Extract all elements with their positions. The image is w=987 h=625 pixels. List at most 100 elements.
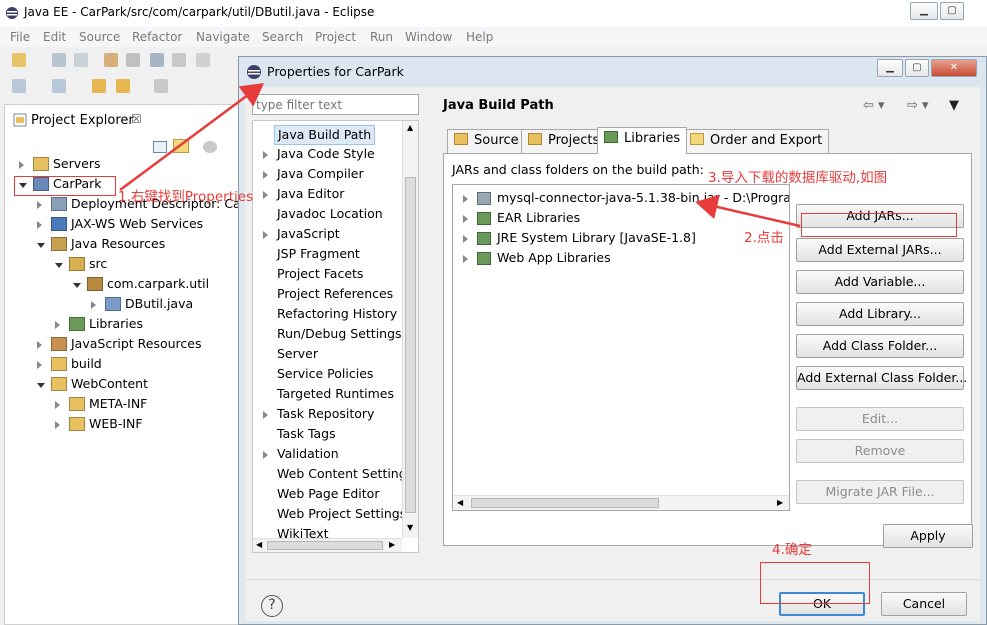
search-icon[interactable] (104, 53, 118, 67)
dialog-maximize-button[interactable]: ▢ (905, 59, 929, 77)
scroll-left-icon[interactable]: ◀ (457, 498, 463, 507)
menu-source[interactable]: Source (79, 30, 120, 44)
add-variable-button[interactable]: Add Variable... (796, 270, 964, 294)
nav-horizontal-scrollbar[interactable]: ◀ ▶ (253, 538, 402, 552)
nav-item[interactable]: Java Editor (277, 185, 344, 205)
chevron-right-icon[interactable] (263, 151, 268, 159)
chevron-right-icon[interactable] (55, 401, 60, 409)
menu-file[interactable]: File (10, 30, 30, 44)
chevron-right-icon[interactable] (263, 411, 268, 419)
nav-item[interactable]: Targeted Runtimes (277, 385, 394, 405)
chevron-down-icon[interactable] (55, 263, 63, 268)
collapse-all-icon[interactable] (153, 141, 167, 153)
scroll-right-icon[interactable]: ▶ (389, 540, 395, 549)
chevron-right-icon[interactable] (55, 321, 60, 329)
edit-button[interactable]: Edit... (796, 407, 964, 431)
dialog-close-button[interactable]: ✕ (931, 59, 977, 77)
dialog-minimize-button[interactable]: ▁ (877, 59, 903, 77)
chevron-right-icon[interactable] (37, 221, 42, 229)
tab-source[interactable]: Source (447, 129, 526, 153)
migrate-jar-button[interactable]: Migrate JAR File... (796, 480, 964, 504)
nav-item[interactable]: Web Page Editor (277, 485, 379, 505)
add-external-class-folder-button[interactable]: Add External Class Folder... (796, 366, 967, 390)
nav-item[interactable]: JSP Fragment (277, 245, 360, 265)
chevron-down-icon[interactable] (37, 243, 45, 248)
nav-item[interactable]: JavaScript (277, 225, 340, 245)
scroll-up-icon[interactable]: ▲ (407, 123, 413, 132)
nav-scroll-thumb[interactable] (405, 177, 416, 513)
nav-item[interactable]: Web Project Settings (277, 505, 406, 525)
nav-item[interactable]: Server (277, 345, 318, 365)
chevron-right-icon[interactable] (37, 361, 42, 369)
chevron-right-icon[interactable] (55, 421, 60, 429)
paragraph-icon[interactable] (196, 53, 210, 67)
nav-item[interactable]: Run/Debug Settings (277, 325, 402, 345)
nav-item[interactable]: Project Facets (277, 265, 363, 285)
chevron-right-icon[interactable] (37, 341, 42, 349)
chevron-right-icon[interactable] (263, 191, 268, 199)
save-icon[interactable] (52, 53, 66, 67)
annotation-icon[interactable] (12, 79, 26, 93)
page-menu-icon[interactable]: ▼ (949, 98, 959, 113)
nav-item[interactable]: Java Compiler (277, 165, 364, 185)
menu-navigate[interactable]: Navigate (196, 30, 250, 44)
chevron-down-icon[interactable] (73, 283, 81, 288)
nav-vertical-scrollbar[interactable]: ▲ ▼ (402, 121, 418, 538)
forward-icon[interactable] (154, 79, 168, 93)
chevron-right-icon[interactable] (263, 171, 268, 179)
add-library-button[interactable]: Add Library... (796, 302, 964, 326)
pen-icon[interactable] (126, 53, 140, 67)
back-icon[interactable] (116, 79, 130, 93)
add-class-folder-button[interactable]: Add Class Folder... (796, 334, 964, 358)
help-icon[interactable]: ? (261, 595, 283, 617)
library-horizontal-scrollbar[interactable]: ◀ ▶ (453, 495, 789, 510)
add-external-jars-button[interactable]: Add External JARs... (796, 238, 964, 262)
nav-item[interactable]: Web Content Settings (277, 465, 413, 485)
window-maximize-button[interactable]: ▢ (940, 2, 964, 20)
menu-search[interactable]: Search (262, 30, 303, 44)
scroll-right-icon[interactable]: ▶ (777, 498, 783, 507)
menu-run[interactable]: Run (370, 30, 393, 44)
menu-window[interactable]: Window (405, 30, 452, 44)
chevron-right-icon[interactable] (463, 235, 468, 243)
last-edit-icon[interactable] (92, 79, 106, 93)
chevron-right-icon[interactable] (463, 195, 468, 203)
tab-libraries[interactable]: Libraries (597, 127, 688, 154)
nav-item[interactable]: Java Code Style (277, 145, 375, 165)
tab-order-and-export[interactable]: Order and Export (683, 129, 830, 153)
window-minimize-button[interactable]: ▁ (910, 2, 938, 20)
next-annotation-icon[interactable] (52, 79, 66, 93)
scroll-left-icon[interactable]: ◀ (256, 540, 262, 549)
chevron-right-icon[interactable] (19, 161, 24, 169)
link-editor-icon[interactable] (173, 139, 189, 153)
forward-arrow-icon[interactable]: ⇨ ▾ (907, 98, 929, 113)
apply-button[interactable]: Apply (883, 524, 973, 548)
nav-item[interactable]: Service Policies (277, 365, 373, 385)
scroll-down-icon[interactable]: ▼ (407, 523, 413, 532)
chevron-right-icon[interactable] (463, 215, 468, 223)
menu-project[interactable]: Project (315, 30, 356, 44)
chevron-right-icon[interactable] (37, 201, 42, 209)
link-icon[interactable] (150, 53, 164, 67)
nav-item[interactable]: Task Repository (277, 405, 374, 425)
view-menu-icon[interactable] (203, 141, 217, 153)
menu-edit[interactable]: Edit (43, 30, 66, 44)
nav-item[interactable]: Project References (277, 285, 393, 305)
save-all-icon[interactable] (74, 53, 88, 67)
new-icon[interactable] (12, 53, 26, 67)
chevron-right-icon[interactable] (91, 301, 96, 309)
chevron-right-icon[interactable] (263, 451, 268, 459)
cancel-button[interactable]: Cancel (881, 592, 967, 616)
nav-item[interactable]: Java Build Path (274, 125, 376, 145)
nav-item[interactable]: Task Tags (277, 425, 336, 445)
menu-help[interactable]: Help (466, 30, 493, 44)
nav-item[interactable]: Validation (277, 445, 339, 465)
menu-refactor[interactable]: Refactor (132, 30, 182, 44)
nav-item[interactable]: Javadoc Location (277, 205, 383, 225)
chevron-right-icon[interactable] (263, 231, 268, 239)
back-arrow-icon[interactable]: ⇦ ▾ (863, 98, 885, 113)
close-icon[interactable]: ☒ (131, 112, 142, 126)
nav-item[interactable]: Refactoring History (277, 305, 397, 325)
filter-input[interactable] (252, 94, 419, 115)
chevron-right-icon[interactable] (463, 255, 468, 263)
